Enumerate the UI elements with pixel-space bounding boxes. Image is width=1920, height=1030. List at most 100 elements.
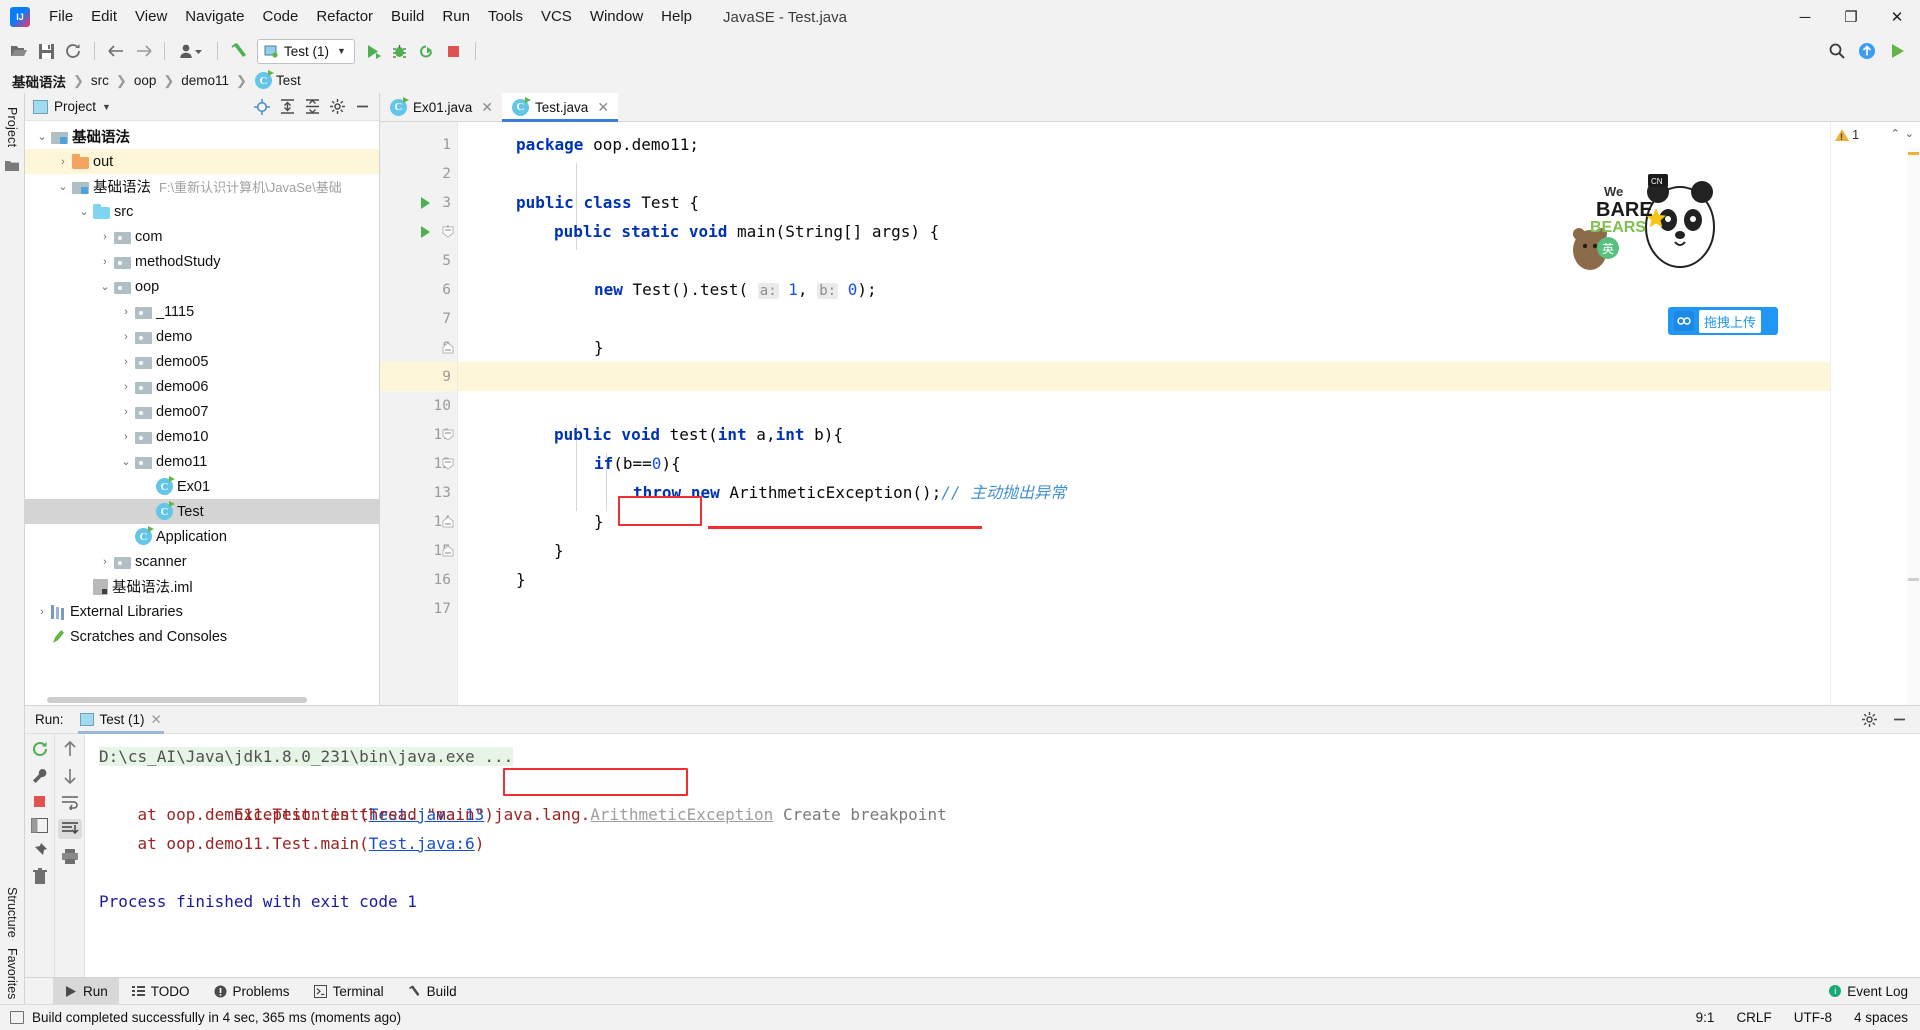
hide-panel-button[interactable] — [351, 96, 373, 118]
tree-node-.iml[interactable]: 基础语法.iml — [25, 574, 379, 599]
event-log-button[interactable]: i Event Log — [1829, 978, 1920, 1004]
run-with-coverage-button[interactable] — [414, 38, 440, 64]
play-button[interactable] — [1884, 38, 1910, 64]
menu-item-vcs[interactable]: VCS — [532, 3, 581, 31]
breadcrumb-item-demo11[interactable]: demo11 — [179, 73, 231, 88]
menu-item-navigate[interactable]: Navigate — [176, 3, 253, 31]
close-tab-icon[interactable]: ✕ — [481, 99, 493, 116]
gutter-line-15[interactable]: 15 — [380, 536, 457, 565]
layout-button[interactable] — [31, 818, 48, 833]
editor-markup-scrollbar[interactable] — [1907, 148, 1920, 705]
navigate-back-button[interactable] — [103, 38, 129, 64]
editor-tab-ex01[interactable]: C Ex01.java ✕ — [380, 93, 503, 121]
tool-window-button-structure[interactable]: Structure — [5, 882, 19, 943]
create-breakpoint-link[interactable]: Create breakpoint — [783, 805, 947, 824]
menu-item-help[interactable]: Help — [652, 3, 701, 31]
down-button[interactable] — [62, 767, 78, 785]
run-configuration-selector[interactable]: Test (1) ▼ — [257, 38, 355, 64]
save-all-button[interactable] — [33, 38, 59, 64]
run-button[interactable] — [360, 38, 386, 64]
fold-open-icon[interactable] — [442, 226, 454, 238]
close-button[interactable]: ✕ — [1874, 0, 1920, 34]
tree-expander[interactable]: ⌄ — [75, 205, 93, 218]
sync-button[interactable] — [60, 38, 86, 64]
inspection-navigation[interactable]: ⌃ ⌄ — [1891, 127, 1914, 140]
tree-expander[interactable]: › — [117, 406, 135, 418]
stop-button[interactable] — [441, 38, 467, 64]
tree-node-demo06[interactable]: › demo06 — [25, 374, 379, 399]
fold-close-icon[interactable] — [442, 544, 454, 557]
menu-item-run[interactable]: Run — [433, 3, 479, 31]
menu-item-view[interactable]: View — [126, 3, 176, 31]
tree-node-demo11[interactable]: ⌄ demo11 — [25, 449, 379, 474]
menu-item-build[interactable]: Build — [382, 3, 433, 31]
project-settings-button[interactable] — [326, 96, 348, 118]
tree-node-methodstudy[interactable]: › methodStudy — [25, 249, 379, 274]
clear-all-button[interactable] — [32, 868, 48, 885]
soft-wrap-button[interactable] — [61, 794, 79, 810]
tree-node-scratchesandconsoles[interactable]: Scratches and Consoles — [25, 624, 379, 649]
menu-item-edit[interactable]: Edit — [82, 3, 126, 31]
menu-item-tools[interactable]: Tools — [479, 3, 532, 31]
run-tab-test[interactable]: Test (1) ✕ — [74, 706, 168, 734]
tree-expander[interactable]: › — [96, 256, 114, 268]
gutter-line-5[interactable]: 5 — [380, 246, 457, 275]
indent-setting[interactable]: 4 spaces — [1854, 1010, 1908, 1025]
fold-open-icon[interactable] — [442, 429, 454, 441]
tree-expander[interactable]: › — [117, 356, 135, 368]
gutter-line-14[interactable]: 14 — [380, 507, 457, 536]
close-run-tab-icon[interactable]: ✕ — [151, 712, 162, 728]
gutter-line-7[interactable]: 7 — [380, 304, 457, 333]
tree-expander[interactable]: › — [117, 306, 135, 318]
tree-node-[interactable]: ⌄ 基础语法 — [25, 124, 379, 149]
gutter-line-2[interactable]: 2 — [380, 159, 457, 188]
tool-tab-run[interactable]: Run — [53, 978, 119, 1004]
stop-process-button[interactable] — [32, 794, 47, 809]
run-line-marker-icon[interactable] — [421, 225, 430, 238]
tree-node-oop[interactable]: ⌄ oop — [25, 274, 379, 299]
caret-position[interactable]: 9:1 — [1696, 1010, 1715, 1025]
tool-tab-todo[interactable]: TODO — [121, 978, 201, 1004]
tree-node-ex01[interactable]: C Ex01 — [25, 474, 379, 499]
gutter-line-17[interactable]: 17 — [380, 594, 457, 623]
editor-tab-test[interactable]: C Test.java ✕ — [502, 93, 619, 122]
gutter-line-4[interactable]: 4 — [380, 217, 457, 246]
gutter-line-8[interactable]: 8 — [380, 333, 457, 362]
tool-tab-build[interactable]: Build — [397, 978, 468, 1004]
project-tree-hscrollbar[interactable] — [25, 695, 379, 705]
tool-window-button-favorites[interactable]: Favorites — [5, 943, 19, 1004]
gutter-line-9[interactable]: 9 — [380, 362, 457, 391]
gutter-line-12[interactable]: 12 — [380, 449, 457, 478]
profile-button[interactable] — [173, 38, 209, 64]
chevron-down-icon[interactable]: ▼ — [102, 102, 111, 112]
tree-node-src[interactable]: ⌄ src — [25, 199, 379, 224]
tree-expander[interactable]: ⌄ — [117, 455, 135, 468]
gutter-line-13[interactable]: 13 — [380, 478, 457, 507]
fold-close-icon[interactable] — [442, 341, 454, 354]
print-button[interactable] — [61, 848, 79, 865]
tree-expander[interactable]: ⌄ — [33, 130, 51, 143]
menu-item-code[interactable]: Code — [253, 3, 307, 31]
run-line-marker-icon[interactable] — [421, 196, 430, 209]
fold-open-icon[interactable] — [442, 458, 454, 470]
gutter-line-3[interactable]: 3 — [380, 188, 457, 217]
tool-tab-problems[interactable]: Problems — [203, 978, 301, 1004]
code-content[interactable]: package oop.demo11; public class Test { … — [458, 122, 1830, 705]
debug-button[interactable] — [387, 38, 413, 64]
update-project-button[interactable] — [1854, 38, 1880, 64]
tree-node-scanner[interactable]: › scanner — [25, 549, 379, 574]
exception-class-link[interactable]: ArithmeticException — [590, 805, 773, 824]
collapse-all-button[interactable] — [301, 96, 323, 118]
tree-expander[interactable]: › — [117, 381, 135, 393]
gutter-line-16[interactable]: 16 — [380, 565, 457, 594]
navigate-forward-button[interactable] — [130, 38, 156, 64]
edit-configuration-button[interactable] — [31, 767, 49, 785]
tree-expander[interactable]: › — [96, 556, 114, 568]
tree-node-externallibraries[interactable]: › External Libraries — [25, 599, 379, 624]
chevron-down-icon[interactable]: ⌄ — [1905, 127, 1914, 140]
menu-item-window[interactable]: Window — [581, 3, 652, 31]
select-opened-file-button[interactable] — [251, 96, 273, 118]
tree-node-application[interactable]: C Application — [25, 524, 379, 549]
tool-tab-terminal[interactable]: Terminal — [303, 978, 395, 1004]
tree-expander[interactable]: ⌄ — [54, 180, 72, 193]
